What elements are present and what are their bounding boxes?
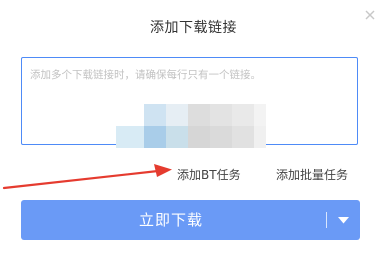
add-download-dialog: 添加下载链接 添加BT任务 添加批量任务 立即下载	[0, 0, 387, 257]
url-input-box	[21, 57, 358, 145]
url-input[interactable]	[22, 58, 357, 144]
add-batch-task-link[interactable]: 添加批量任务	[276, 166, 348, 183]
download-options-dropdown[interactable]	[327, 200, 360, 240]
add-bt-task-link[interactable]: 添加BT任务	[177, 166, 241, 183]
download-now-label: 立即下载	[138, 211, 203, 229]
annotation-arrow	[2, 164, 172, 190]
close-icon	[365, 10, 375, 20]
download-now-button[interactable]: 立即下载	[21, 200, 360, 240]
close-button[interactable]	[363, 8, 377, 22]
dialog-title: 添加下载链接	[150, 20, 237, 36]
caret-down-icon	[338, 217, 349, 224]
